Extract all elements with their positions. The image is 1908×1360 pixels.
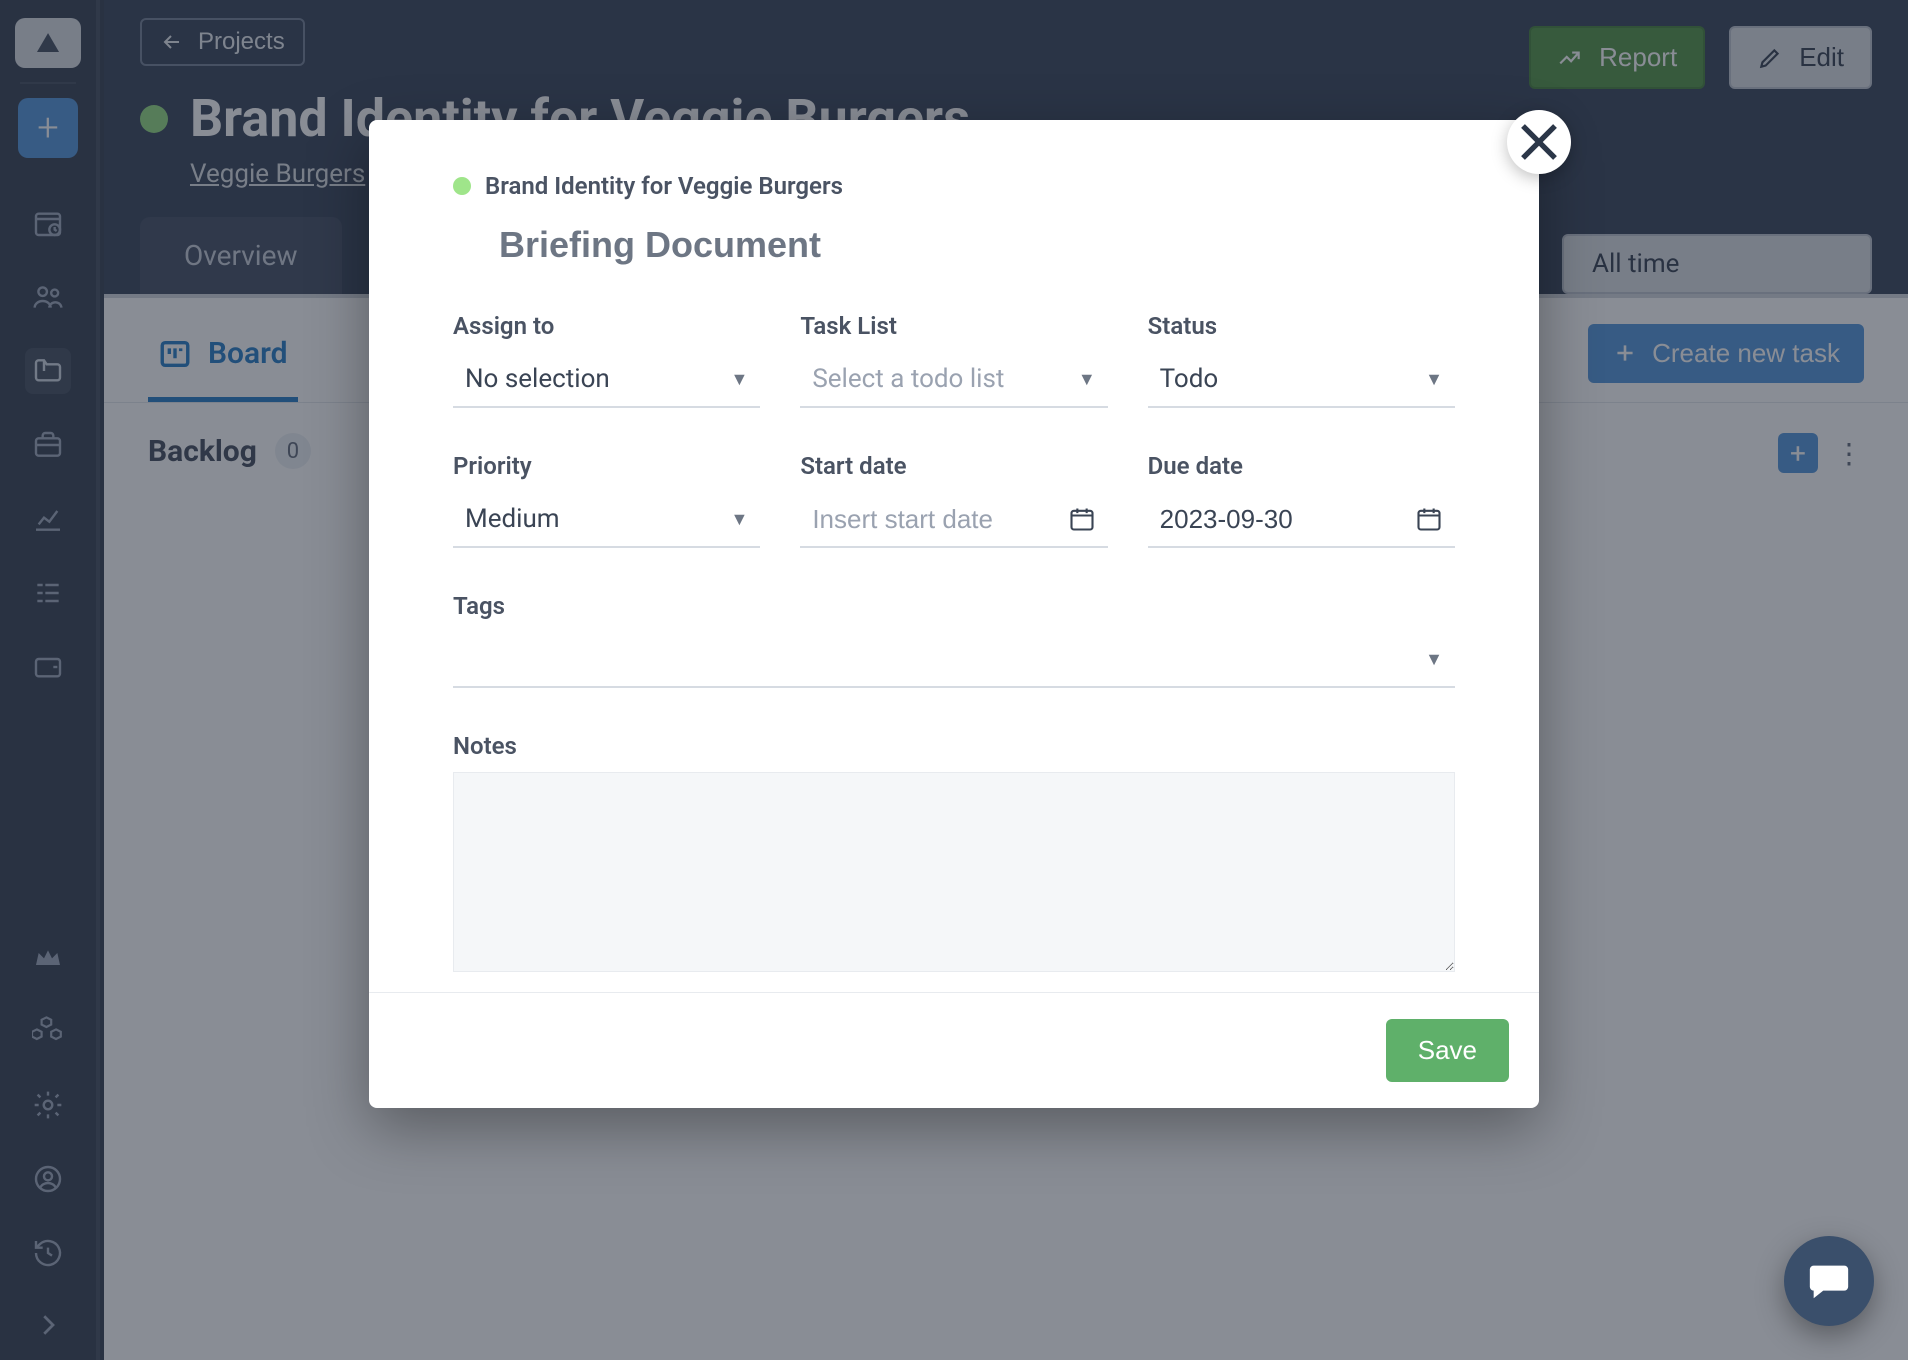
caret-down-icon: ▼ — [1425, 369, 1443, 390]
field-tasklist: Task List Select a todo list ▼ — [800, 312, 1107, 408]
caret-down-icon: ▼ — [1425, 649, 1443, 670]
priority-select[interactable]: Medium ▼ — [453, 492, 760, 548]
field-assign: Assign to No selection ▼ — [453, 312, 760, 408]
chat-bubble-icon — [1806, 1258, 1852, 1304]
status-select[interactable]: Todo ▼ — [1148, 352, 1455, 408]
label-due-date: Due date — [1148, 452, 1455, 480]
modal-project-name: Brand Identity for Veggie Burgers — [485, 172, 843, 200]
form-grid: Assign to No selection ▼ Task List Selec… — [453, 312, 1455, 972]
close-icon — [1507, 110, 1571, 174]
modal-body: Brand Identity for Veggie Burgers Assign… — [369, 120, 1539, 992]
notes-textarea[interactable] — [453, 772, 1455, 972]
assign-select[interactable]: No selection ▼ — [453, 352, 760, 408]
caret-down-icon: ▼ — [1078, 369, 1096, 390]
save-button[interactable]: Save — [1386, 1019, 1509, 1082]
field-start-date: Start date — [800, 452, 1107, 548]
modal-project-breadcrumb: Brand Identity for Veggie Burgers — [453, 172, 1455, 200]
label-tags: Tags — [453, 592, 1455, 620]
tags-select[interactable]: ▼ — [453, 632, 1455, 688]
label-start-date: Start date — [800, 452, 1107, 480]
field-notes: Notes — [453, 732, 1455, 972]
due-date-input[interactable] — [1148, 492, 1455, 548]
tasklist-select[interactable]: Select a todo list ▼ — [800, 352, 1107, 408]
label-tasklist: Task List — [800, 312, 1107, 340]
calendar-icon — [1415, 505, 1443, 533]
caret-down-icon: ▼ — [731, 369, 749, 390]
label-assign: Assign to — [453, 312, 760, 340]
field-status: Status Todo ▼ — [1148, 312, 1455, 408]
task-name-input[interactable] — [499, 224, 1501, 266]
modal-footer: Save — [369, 992, 1539, 1108]
field-priority: Priority Medium ▼ — [453, 452, 760, 548]
due-date-text[interactable] — [1160, 504, 1415, 535]
task-modal: Brand Identity for Veggie Burgers Assign… — [369, 120, 1539, 1108]
label-notes: Notes — [453, 732, 1455, 760]
caret-down-icon: ▼ — [731, 509, 749, 530]
calendar-icon — [1068, 505, 1096, 533]
chat-button[interactable] — [1784, 1236, 1874, 1326]
project-dot-icon — [453, 177, 471, 195]
label-status: Status — [1148, 312, 1455, 340]
start-date-text[interactable] — [812, 504, 1067, 535]
modal-close-button[interactable] — [1507, 110, 1571, 174]
start-date-input[interactable] — [800, 492, 1107, 548]
field-due-date: Due date — [1148, 452, 1455, 548]
label-priority: Priority — [453, 452, 760, 480]
field-tags: Tags ▼ — [453, 592, 1455, 688]
